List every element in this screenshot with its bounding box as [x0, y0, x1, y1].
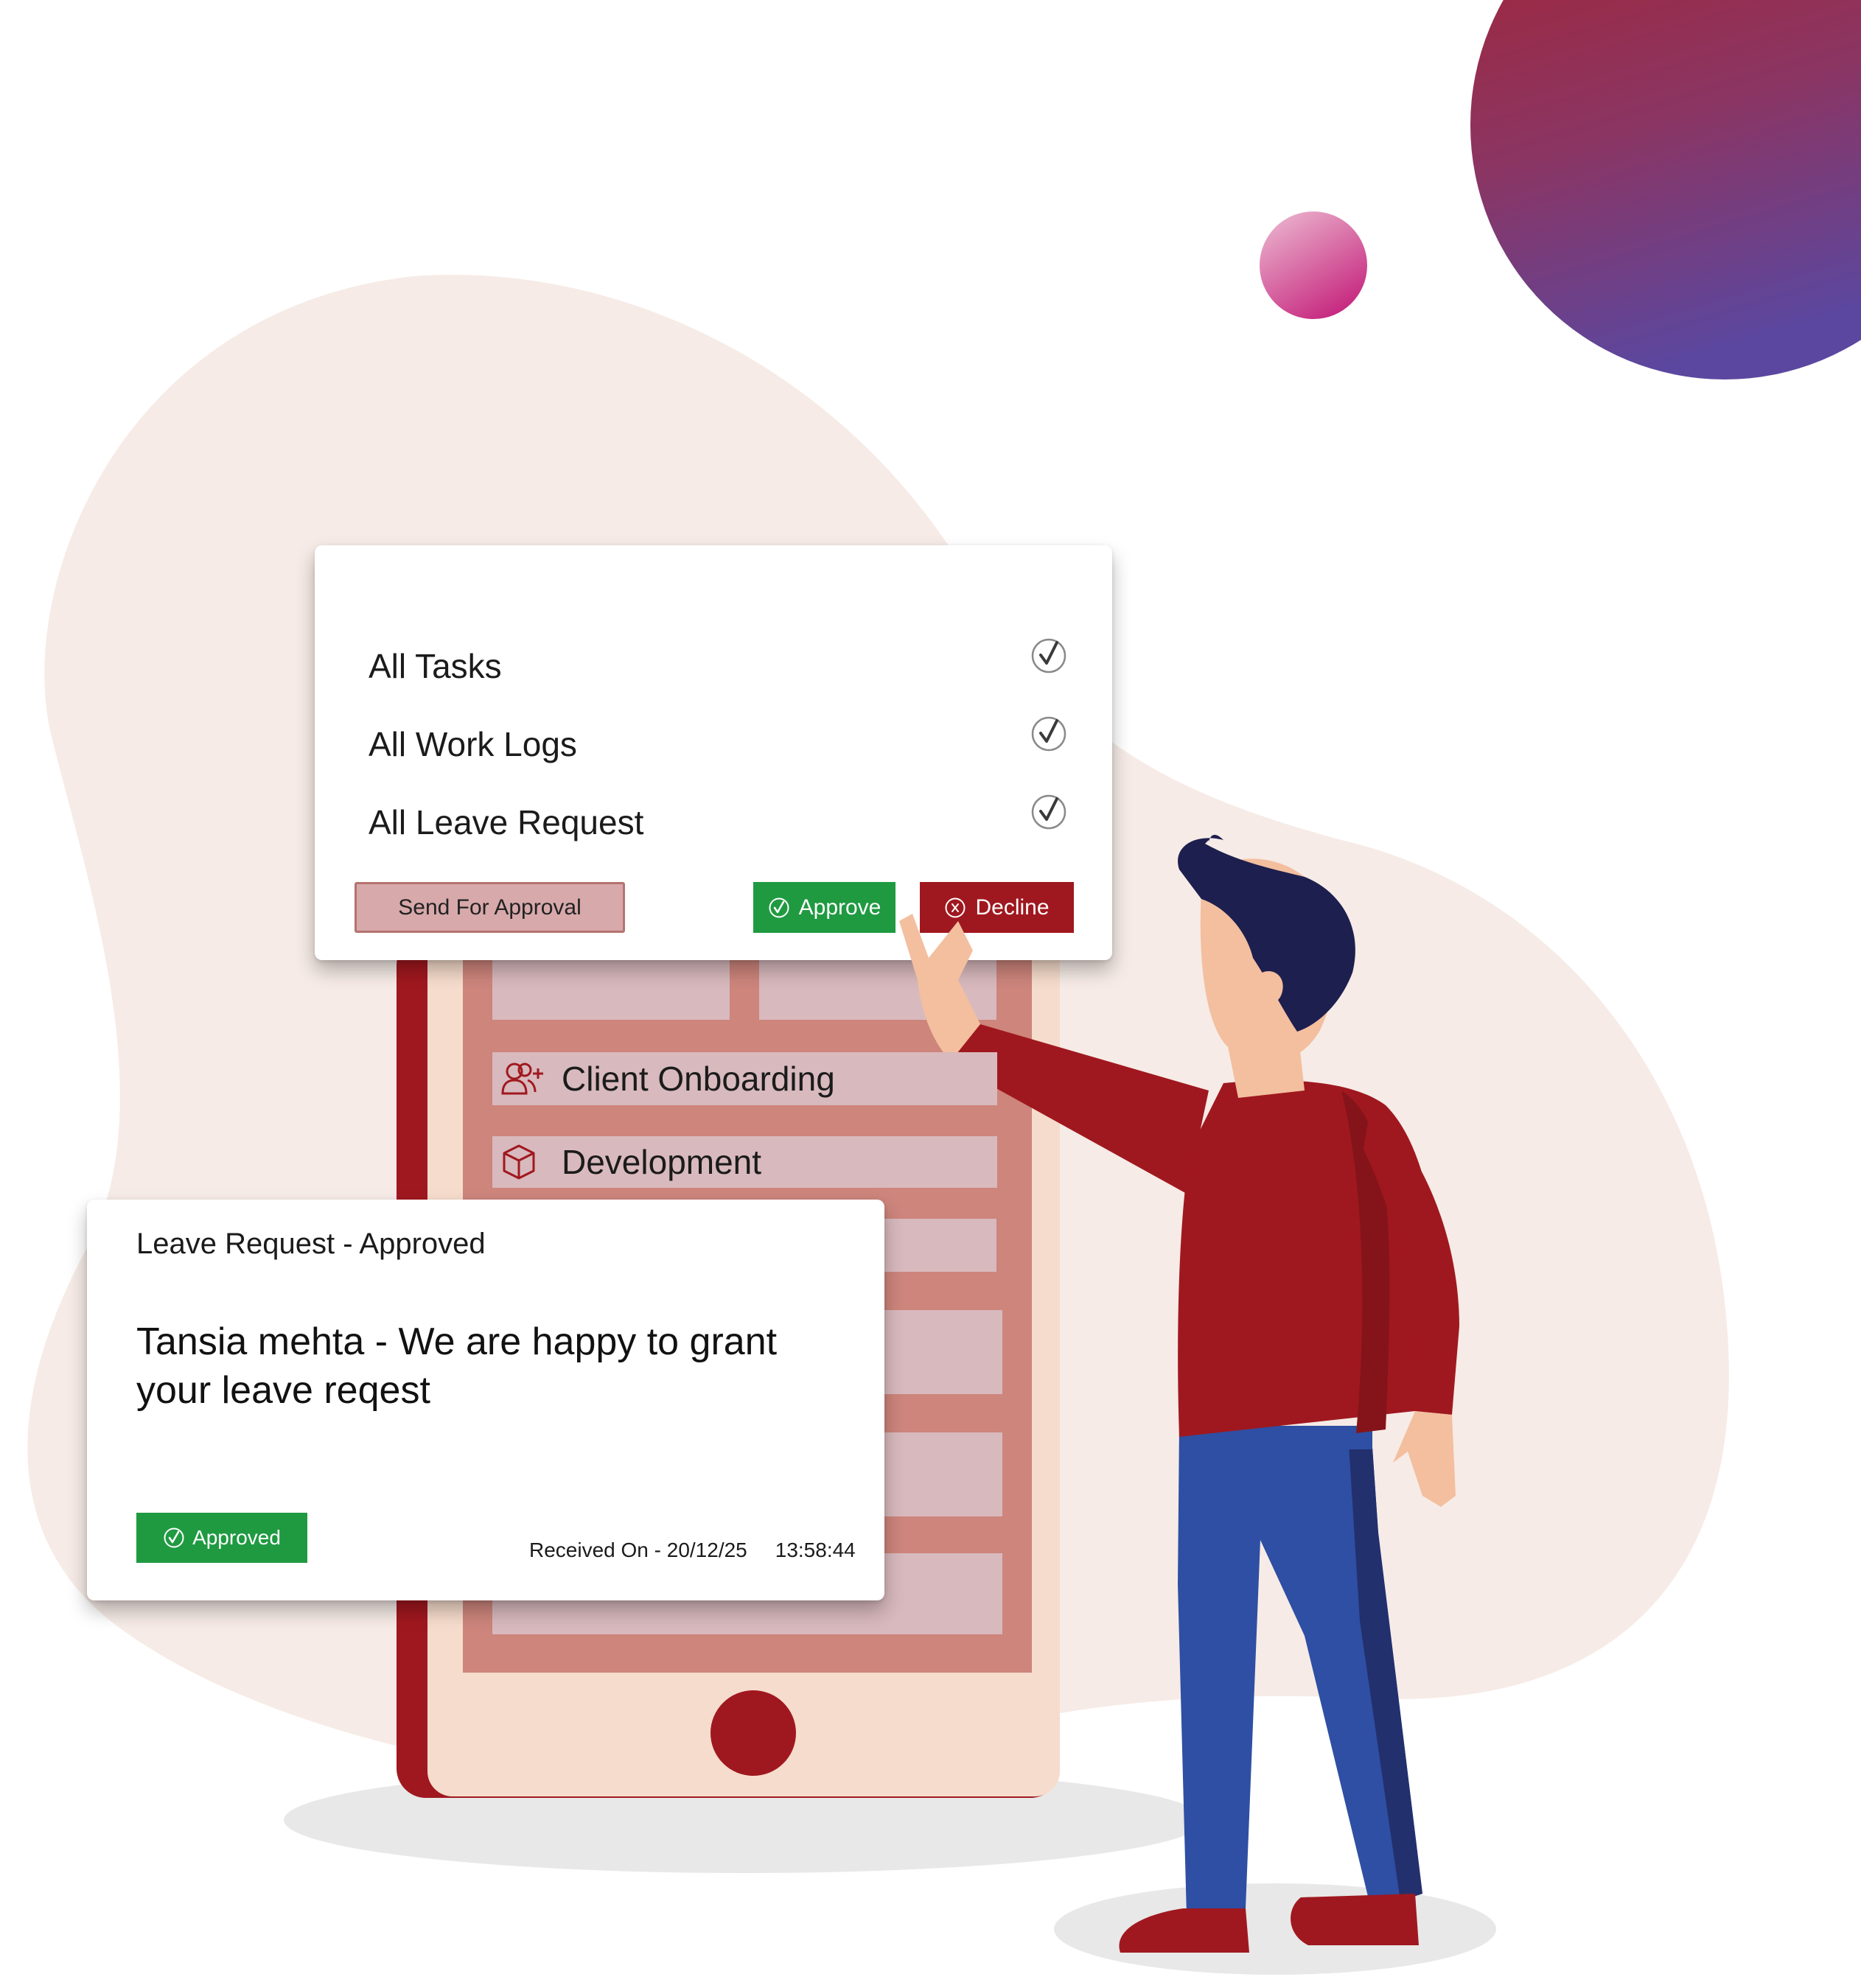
person-shadow	[1054, 1883, 1496, 1975]
notification-message: Tansia mehta - We are happy to grant you…	[136, 1320, 778, 1412]
task-item-all-tasks[interactable]: All Tasks	[369, 637, 1068, 696]
check-circle-icon[interactable]	[1030, 715, 1068, 753]
notification-title: Leave Request - Approved	[136, 1228, 486, 1260]
task-label: All Leave Request	[369, 803, 644, 841]
decorative-circle-small	[1260, 211, 1367, 319]
phone-row-label: Development	[562, 1143, 762, 1181]
check-circle-icon	[163, 1527, 185, 1549]
decorative-circle-large	[1470, 0, 1861, 379]
approve-label: Approve	[798, 895, 881, 920]
send-for-approval-button[interactable]: Send For Approval	[355, 882, 625, 933]
phone-row-label: Client Onboarding	[562, 1060, 835, 1098]
received-time: 13:58:44	[775, 1539, 856, 1561]
check-circle-icon[interactable]	[1030, 637, 1068, 675]
task-item-all-leave-request[interactable]: All Leave Request	[369, 793, 1068, 852]
user-plus-icon	[501, 1060, 545, 1098]
send-for-approval-label: Send For Approval	[398, 895, 582, 920]
phone-row-client-onboarding[interactable]: Client Onboarding	[492, 1052, 997, 1105]
phone-row-development[interactable]: Development	[492, 1136, 997, 1188]
received-timestamp: Received On - 20/12/25 13:58:44	[529, 1539, 856, 1562]
approved-badge-label: Approved	[192, 1526, 281, 1549]
cube-icon	[501, 1143, 545, 1181]
pointing-hand-icon	[899, 914, 980, 1039]
task-label: All Tasks	[369, 647, 502, 685]
approved-badge: Approved	[136, 1513, 307, 1563]
check-circle-icon[interactable]	[1030, 793, 1068, 831]
task-label: All Work Logs	[369, 725, 577, 763]
received-date: Received On - 20/12/25	[529, 1539, 747, 1561]
check-circle-icon	[768, 897, 790, 919]
approval-card: All Tasks All Work Logs All Leave Reques…	[315, 545, 1112, 960]
task-item-all-work-logs[interactable]: All Work Logs	[369, 715, 1068, 774]
leave-notification-card[interactable]: Leave Request - Approved Tansia mehta - …	[87, 1200, 884, 1600]
